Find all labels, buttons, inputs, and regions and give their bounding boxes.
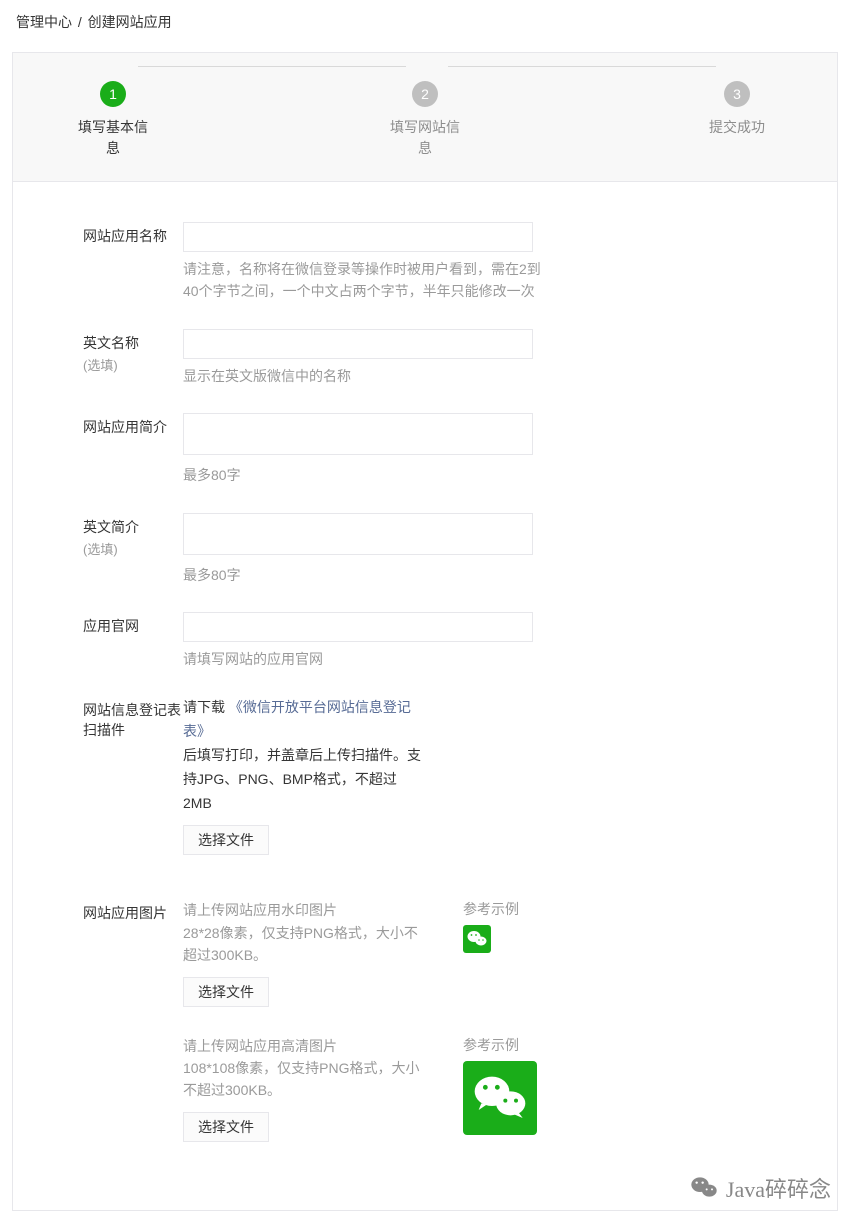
example-label-large: 参考示例 (463, 1035, 537, 1055)
hint-en-name: 显示在英文版微信中的名称 (183, 365, 543, 387)
hint-app-desc: 最多80字 (183, 464, 543, 486)
en-name-input[interactable] (183, 329, 533, 359)
image-small-section: 请上传网站应用水印图片 28*28像素，仅支持PNG格式，大小不超过300KB。… (183, 899, 767, 1006)
label-app-name: 网站应用名称 (83, 222, 183, 303)
wechat-icon-svg (473, 1074, 527, 1122)
step-circle: 1 (100, 81, 126, 107)
app-desc-input[interactable] (183, 413, 533, 455)
breadcrumb-item[interactable]: 管理中心 (16, 14, 72, 30)
app-name-input[interactable] (183, 222, 533, 252)
step-circle: 3 (724, 81, 750, 107)
wechat-icon (463, 925, 491, 953)
breadcrumb-item: 创建网站应用 (88, 14, 172, 30)
choose-small-image-button[interactable]: 选择文件 (183, 977, 269, 1007)
row-website: 应用官网 请填写网站的应用官网 (83, 612, 767, 670)
wechat-icon (463, 1061, 537, 1135)
wechat-icon-svg (467, 930, 487, 948)
breadcrumb-sep: / (78, 14, 82, 30)
watermark-text: Java碎碎念 (726, 1172, 831, 1204)
hint-app-name: 请注意，名称将在微信登录等操作时被用户看到，需在2到40个字节之间，一个中文占两… (183, 258, 543, 303)
example-label-small: 参考示例 (463, 899, 519, 919)
row-en-name: 英文名称 (选填) 显示在英文版微信中的名称 (83, 329, 767, 387)
step-circle: 2 (412, 81, 438, 107)
step-label: 填写网站信息 (385, 117, 465, 159)
scan-file-text: 请下载 《微信开放平台网站信息登记表》 后填写打印，并盖章后上传扫描件。支持JP… (183, 696, 423, 815)
row-en-desc: 英文简介 (选填) 最多80字 (83, 513, 767, 586)
step-3: 3 提交成功 (697, 81, 777, 138)
breadcrumb: 管理中心 / 创建网站应用 (0, 0, 854, 44)
label-app-desc: 网站应用简介 (83, 413, 183, 486)
step-label: 提交成功 (697, 117, 777, 138)
row-app-name: 网站应用名称 请注意，名称将在微信登录等操作时被用户看到，需在2到40个字节之间… (83, 222, 767, 303)
form-area: 网站应用名称 请注意，名称将在微信登录等操作时被用户看到，需在2到40个字节之间… (13, 182, 837, 1170)
step-label: 填写基本信息 (73, 117, 153, 159)
wechat-watermark-icon (690, 1175, 718, 1201)
step-1: 1 填写基本信息 (73, 81, 153, 159)
label-website: 应用官网 (83, 612, 183, 670)
progress-steps: 1 填写基本信息 2 填写网站信息 3 提交成功 (13, 53, 837, 182)
hint-website: 请填写网站的应用官网 (183, 648, 543, 670)
label-en-name: 英文名称 (选填) (83, 329, 183, 387)
image-large-section: 请上传网站应用高清图片 108*108像素，仅支持PNG格式，大小不超过300K… (183, 1035, 767, 1142)
choose-large-image-button[interactable]: 选择文件 (183, 1112, 269, 1142)
form-container: 1 填写基本信息 2 填写网站信息 3 提交成功 网站应用名称 请注意，名称将在… (12, 52, 838, 1211)
large-image-text: 请上传网站应用高清图片 108*108像素，仅支持PNG格式，大小不超过300K… (183, 1035, 423, 1102)
step-line (448, 66, 716, 67)
watermark: Java碎碎念 (684, 1170, 837, 1206)
row-scan-file: 网站信息登记表扫描件 请下载 《微信开放平台网站信息登记表》 后填写打印，并盖章… (83, 696, 767, 855)
label-app-images: 网站应用图片 (83, 899, 183, 1169)
row-app-desc: 网站应用简介 最多80字 (83, 413, 767, 486)
label-en-desc: 英文简介 (选填) (83, 513, 183, 586)
hint-en-desc: 最多80字 (183, 564, 543, 586)
choose-file-button[interactable]: 选择文件 (183, 825, 269, 855)
label-scan-file: 网站信息登记表扫描件 (83, 696, 183, 855)
row-app-images: 网站应用图片 请上传网站应用水印图片 28*28像素，仅支持PNG格式，大小不超… (83, 899, 767, 1169)
small-image-text: 请上传网站应用水印图片 28*28像素，仅支持PNG格式，大小不超过300KB。 (183, 899, 423, 966)
en-desc-input[interactable] (183, 513, 533, 555)
step-2: 2 填写网站信息 (385, 81, 465, 159)
website-input[interactable] (183, 612, 533, 642)
step-line (138, 66, 406, 67)
